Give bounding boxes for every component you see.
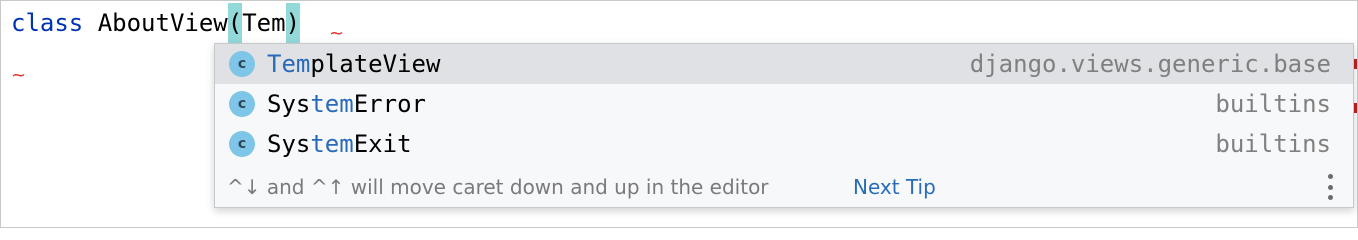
error-stripe-mark[interactable] bbox=[1354, 103, 1357, 113]
error-squiggle-icon: ~ bbox=[11, 65, 27, 86]
completion-item-name: SystemExit bbox=[267, 130, 412, 158]
next-tip-link[interactable]: Next Tip bbox=[853, 175, 936, 199]
completion-item-name: TemplateView bbox=[267, 50, 440, 78]
more-options-icon[interactable] bbox=[1323, 172, 1337, 202]
completion-item-name: SystemError bbox=[267, 90, 426, 118]
completion-match: tem bbox=[310, 130, 354, 158]
completion-match: tem bbox=[310, 90, 354, 118]
typed-text: Tem bbox=[242, 9, 286, 37]
error-squiggle-icon: ~ bbox=[329, 23, 345, 44]
error-stripe-mark[interactable] bbox=[1354, 59, 1357, 69]
completion-match: Tem bbox=[267, 50, 311, 78]
completion-rest: Exit bbox=[353, 130, 412, 158]
completion-item[interactable]: c SystemExit builtins bbox=[215, 124, 1353, 164]
completion-rest: Error bbox=[353, 90, 426, 118]
completion-popup[interactable]: c TemplateView django.views.generic.base… bbox=[214, 43, 1354, 208]
completion-item-location: builtins bbox=[1215, 90, 1331, 118]
code-line[interactable]: class AboutView(Tem) bbox=[11, 3, 301, 43]
tip-bar: ^↓ and ^↑ will move caret down and up in… bbox=[215, 166, 1353, 208]
class-icon: c bbox=[229, 91, 255, 117]
close-paren-highlight: ) bbox=[285, 3, 301, 43]
completion-item[interactable]: c SystemError builtins bbox=[215, 84, 1353, 124]
completion-prefix: Sys bbox=[267, 90, 311, 118]
tip-text: ^↓ and ^↑ will move caret down and up in… bbox=[227, 175, 769, 199]
class-icon: c bbox=[229, 131, 255, 157]
completion-item-location: django.views.generic.base bbox=[969, 50, 1331, 78]
class-name: AboutView bbox=[97, 9, 228, 37]
open-paren-highlight: ( bbox=[227, 3, 243, 43]
completion-item-location: builtins bbox=[1215, 130, 1331, 158]
class-keyword: class bbox=[11, 9, 84, 37]
completion-rest: plateView bbox=[310, 50, 441, 78]
class-icon: c bbox=[229, 51, 255, 77]
completion-item[interactable]: c TemplateView django.views.generic.base bbox=[215, 44, 1353, 84]
completion-prefix: Sys bbox=[267, 130, 311, 158]
